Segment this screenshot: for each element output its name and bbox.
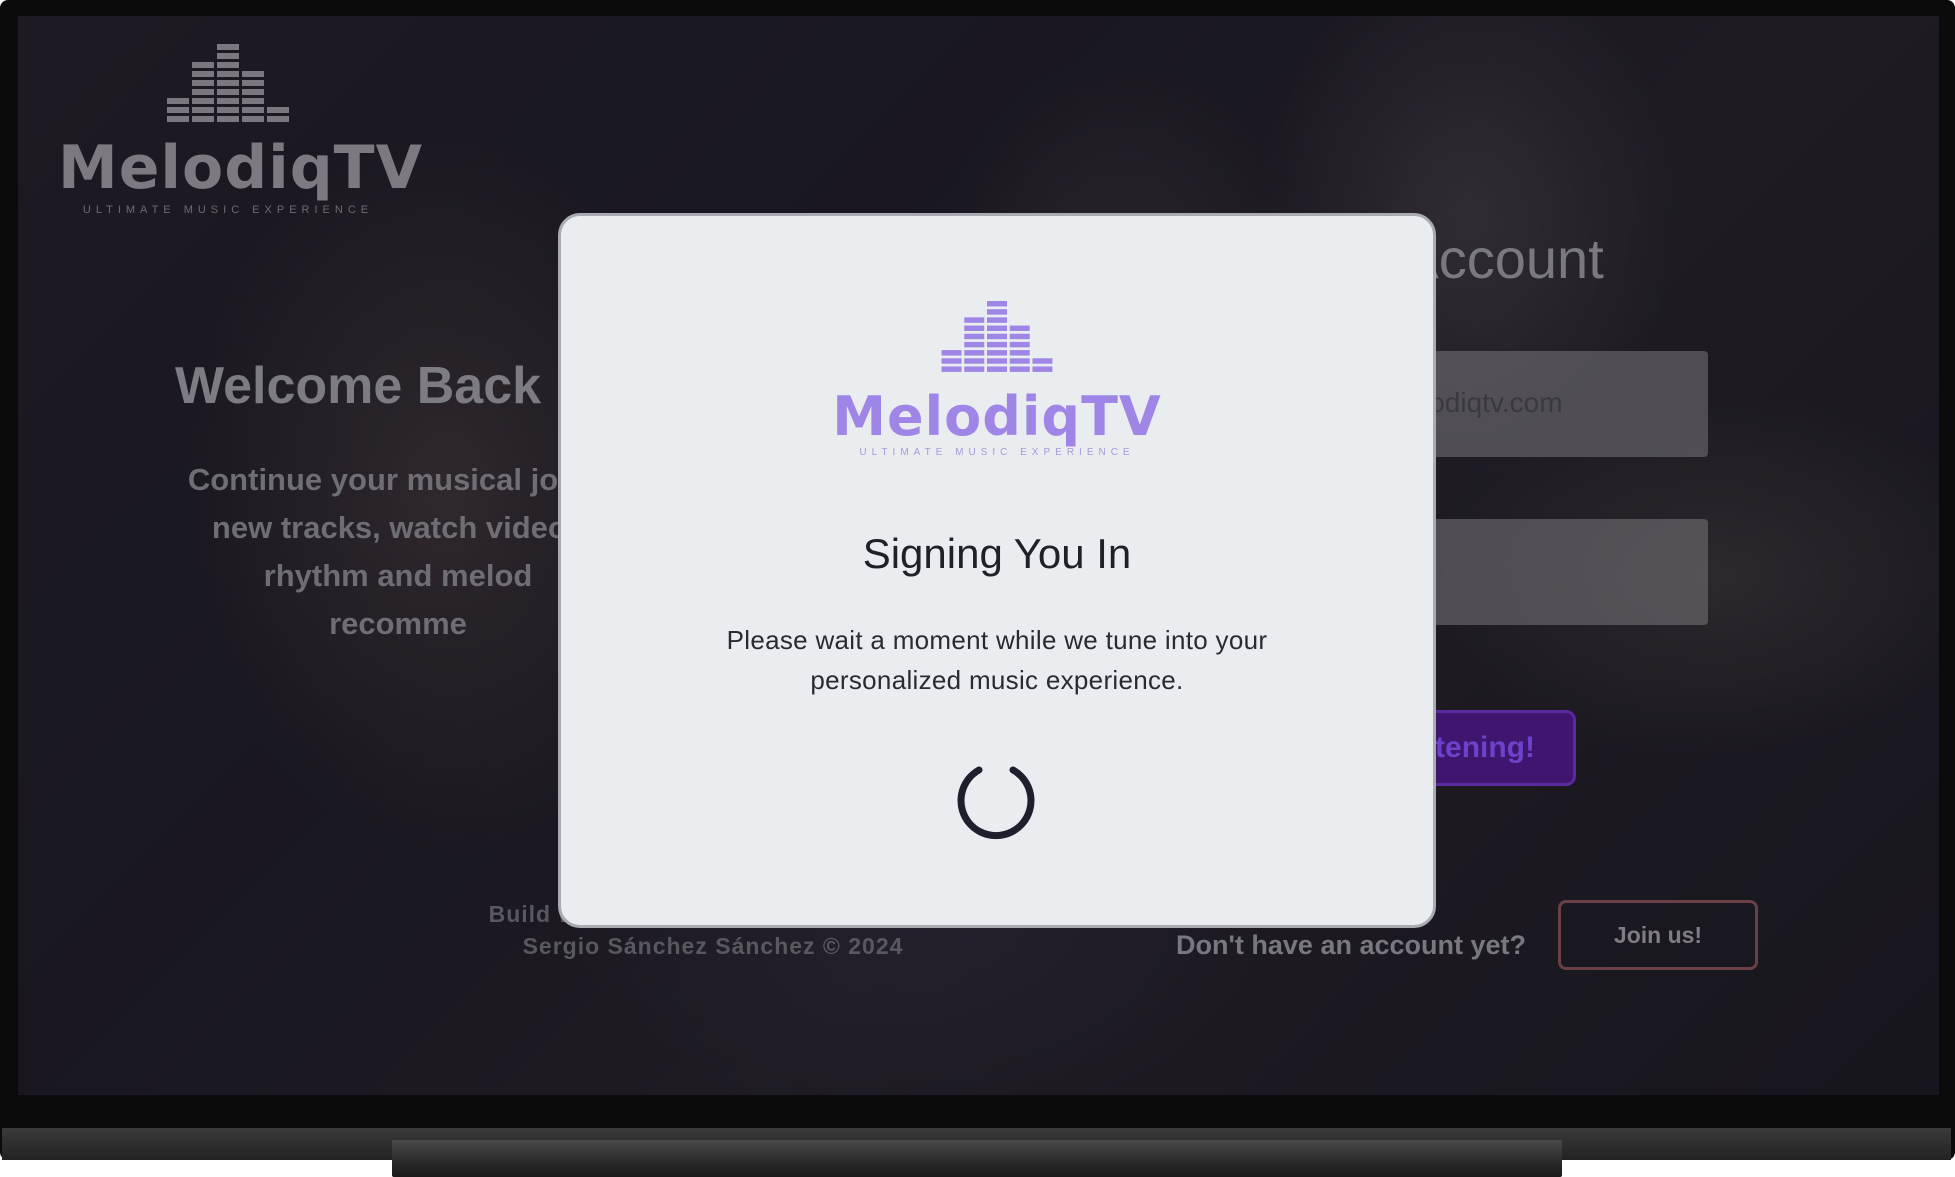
dialog-brand-name: MelodiqTV (832, 385, 1162, 448)
spinner-icon (957, 766, 1035, 840)
tv-screen: MelodiqTV ULTIMATE MUSIC EXPERIENCE Welc… (18, 16, 1939, 1095)
equalizer-bars-icon (941, 301, 1053, 372)
brand-tagline: ULTIMATE MUSIC EXPERIENCE (82, 204, 374, 216)
dialog-brand-logo: MelodiqTV ULTIMATE MUSIC EXPERIENCE (561, 301, 1433, 458)
dialog-brand-tagline: ULTIMATE MUSIC EXPERIENCE (859, 447, 1135, 458)
welcome-title: Welcome Back (174, 357, 542, 415)
signing-in-dialog: MelodiqTV ULTIMATE MUSIC EXPERIENCE Sign… (558, 213, 1436, 928)
join-us-button[interactable]: Join us! (1558, 900, 1758, 970)
tv-stand (392, 1140, 1562, 1177)
dialog-message: Please wait a moment while we tune into … (691, 620, 1303, 700)
email-field-value: lodiqtv.com (1423, 387, 1563, 418)
equalizer-bars-icon (167, 44, 289, 122)
dialog-message-line: Please wait a moment while we tune into … (726, 625, 1268, 655)
brand-logo: MelodiqTV ULTIMATE MUSIC EXPERIENCE (58, 44, 424, 216)
brand-name: MelodiqTV (58, 133, 424, 203)
footer-copyright: Sergio Sánchez Sánchez © 2024 (522, 933, 904, 959)
no-account-prompt: Don't have an account yet? (1176, 930, 1526, 960)
dialog-title: Signing You In (862, 530, 1132, 577)
dialog-message-line: personalized music experience. (810, 665, 1184, 695)
